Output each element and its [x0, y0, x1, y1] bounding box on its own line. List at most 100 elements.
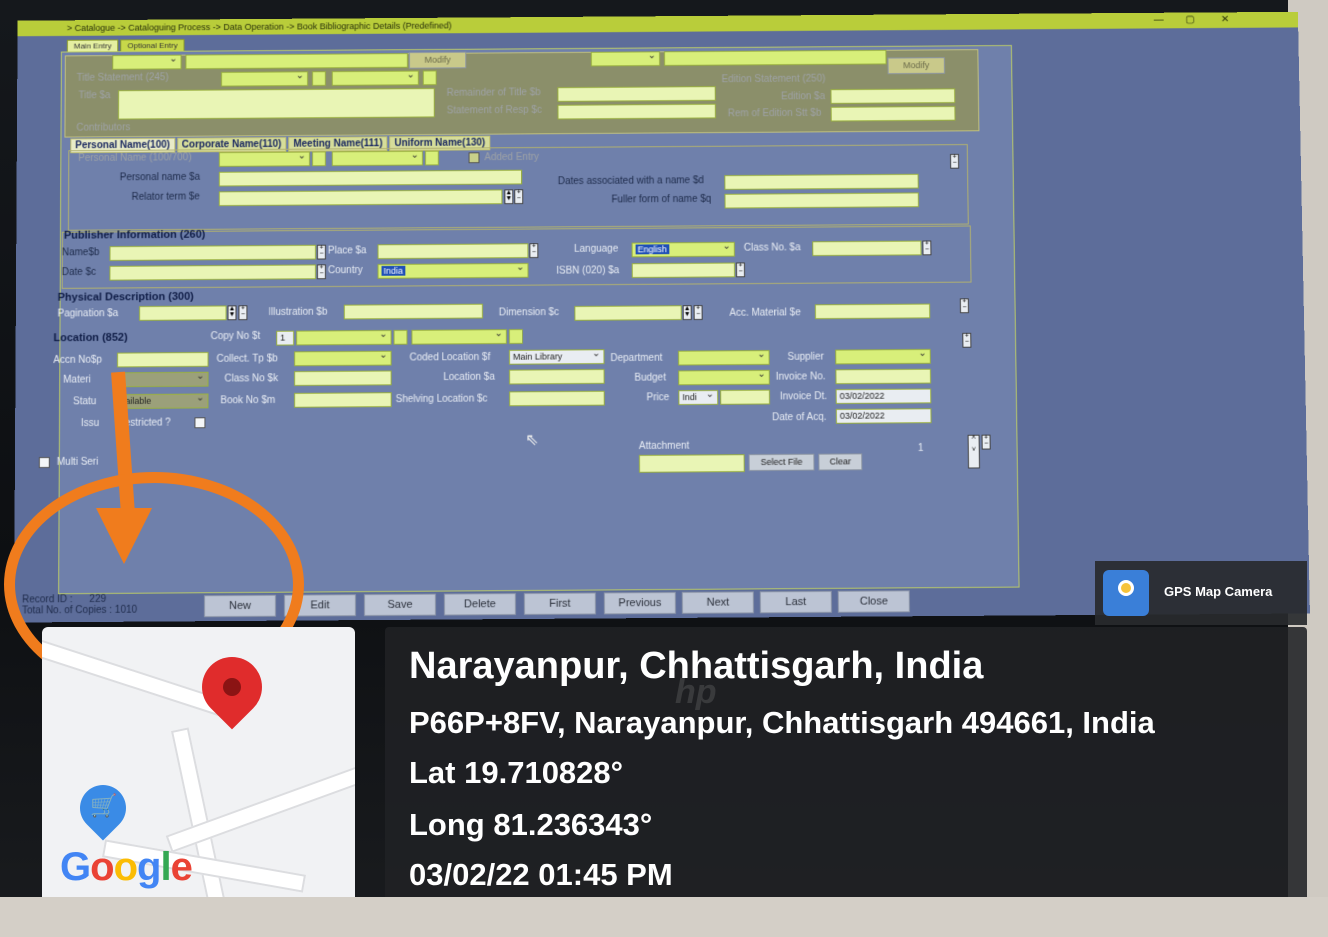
remainder-field[interactable]	[557, 86, 716, 102]
bookno-field[interactable]	[294, 392, 392, 408]
place-field[interactable]	[377, 243, 529, 260]
relator-spin-icon[interactable]: ▲ ▼	[504, 189, 514, 205]
isbn-expand-icon[interactable]: + −	[735, 262, 746, 278]
restricted-checkbox[interactable]	[194, 417, 206, 429]
shelving-field[interactable]	[509, 390, 605, 407]
maximize-icon[interactable]: ▢	[1185, 14, 1195, 25]
modify-button[interactable]: Modify	[408, 51, 467, 69]
dimension-spin-icon[interactable]: ▲ ▼	[682, 305, 692, 321]
pagination-field[interactable]	[139, 305, 227, 321]
dimension-expand-icon[interactable]: + −	[693, 305, 703, 320]
accn-field[interactable]	[116, 351, 209, 368]
attachment-expand-icon[interactable]: + −	[981, 434, 991, 450]
copyno-field[interactable]: 1	[276, 330, 295, 346]
language-select[interactable]: English	[631, 241, 735, 258]
date-acq-field[interactable]: 03/02/2022	[835, 408, 932, 424]
physical-expand-icon[interactable]: + −	[959, 298, 969, 314]
location-expand-icon[interactable]: + −	[962, 332, 972, 348]
uniform-title-select[interactable]	[590, 51, 661, 67]
save-button[interactable]: Save	[363, 593, 436, 617]
issue-label: Issu	[80, 418, 100, 430]
copy-sub-field[interactable]	[508, 329, 523, 344]
status-select[interactable]: vailable	[116, 393, 209, 409]
attachment-field[interactable]	[638, 454, 745, 473]
next-button[interactable]: Next	[681, 591, 754, 614]
material-label: Materi	[63, 374, 91, 386]
title-ind2-field[interactable]	[422, 70, 437, 86]
title-ind1-select[interactable]	[221, 71, 309, 87]
title-ind1-field[interactable]	[312, 71, 326, 86]
personal-name-a-field[interactable]	[218, 169, 523, 187]
location-header: Location (852)	[53, 331, 128, 345]
location-a-label: Location $a	[443, 371, 495, 383]
acc-material-field[interactable]	[814, 303, 931, 320]
personal-ind1-select[interactable]	[218, 151, 311, 167]
country-select[interactable]: India	[377, 262, 529, 279]
collect-select[interactable]	[294, 350, 392, 367]
pagination-expand-icon[interactable]: + −	[238, 305, 248, 321]
classno-expand-icon[interactable]: + −	[922, 240, 932, 256]
status-label: Statu	[73, 396, 97, 408]
invoice-no-field[interactable]	[835, 368, 932, 385]
coded-location-select[interactable]: Main Library	[508, 349, 605, 365]
title-a-field[interactable]	[117, 88, 435, 120]
location-a-field[interactable]	[509, 368, 605, 385]
place-expand-icon[interactable]: + −	[529, 243, 539, 259]
google-logo: Google	[60, 845, 193, 889]
edition-a-field[interactable]	[830, 88, 956, 104]
publisher-name-expand-icon[interactable]: + −	[316, 244, 326, 260]
select-file-button[interactable]: Select File	[748, 453, 815, 472]
copy-sub-select[interactable]	[411, 329, 507, 345]
title-ind2-select[interactable]	[331, 70, 419, 86]
publisher-name-field[interactable]	[109, 244, 316, 261]
multi-series-checkbox[interactable]	[38, 457, 50, 469]
contributors-label: Contributors	[76, 122, 131, 134]
relator-e-field[interactable]	[218, 189, 503, 207]
classno-field[interactable]	[812, 240, 922, 257]
rem-edition-field[interactable]	[830, 105, 956, 122]
timestamp: 03/02/22 01:45 PM	[409, 857, 673, 892]
department-select[interactable]	[678, 350, 770, 366]
first-button[interactable]: First	[523, 592, 596, 615]
delete-button[interactable]: Delete	[443, 593, 516, 616]
previous-button[interactable]: Previous	[603, 591, 676, 615]
price-currency-select[interactable]: Indi	[678, 389, 719, 406]
dimension-field[interactable]	[574, 305, 682, 321]
material-select[interactable]	[116, 371, 209, 388]
pagination-spin-icon[interactable]: ▲ ▼	[227, 305, 237, 321]
close-button[interactable]: Close	[837, 590, 910, 613]
material-type-select[interactable]	[112, 54, 182, 70]
invoice-dt-field[interactable]: 03/02/2022	[835, 388, 932, 404]
date-c-field[interactable]	[109, 264, 316, 281]
modify-button-2[interactable]: Modify	[887, 57, 946, 75]
fuller-q-field[interactable]	[724, 192, 919, 209]
close-icon[interactable]: ✕	[1221, 14, 1229, 25]
date-expand-icon[interactable]: + −	[316, 264, 326, 280]
personal-ind1-field[interactable]	[312, 151, 326, 167]
dates-d-field[interactable]	[724, 173, 919, 190]
title-statement-label: Title Statement (245)	[76, 72, 169, 84]
attachment-scroll-icon[interactable]: ˄ ˅	[967, 434, 980, 469]
uniform-title-field[interactable]	[663, 49, 887, 66]
copy-type-select[interactable]	[296, 329, 392, 346]
price-field[interactable]	[720, 389, 771, 405]
clear-button[interactable]: Clear	[818, 453, 863, 471]
minimize-icon[interactable]: —	[1154, 15, 1164, 26]
personal-ind2-field[interactable]	[424, 150, 439, 166]
illustration-field[interactable]	[343, 303, 483, 320]
last-button[interactable]: Last	[759, 590, 832, 614]
personal-ind2-select[interactable]	[331, 150, 424, 167]
personal-expand-icon[interactable]: + −	[950, 153, 960, 169]
copy-type-field[interactable]	[393, 329, 408, 345]
isbn-field[interactable]	[631, 262, 736, 279]
remainder-label: Remainder of Title $b	[446, 87, 541, 99]
title-search-field[interactable]	[185, 53, 408, 70]
classno-k-field[interactable]	[294, 370, 392, 386]
relator-expand-icon[interactable]: + −	[514, 189, 524, 205]
budget-select[interactable]	[678, 369, 770, 386]
statement-resp-field[interactable]	[557, 103, 716, 120]
desk-surface	[0, 897, 1328, 937]
classno-k-label: Class No $k	[224, 373, 279, 385]
added-entry-checkbox[interactable]	[468, 152, 480, 164]
supplier-select[interactable]	[835, 348, 931, 365]
